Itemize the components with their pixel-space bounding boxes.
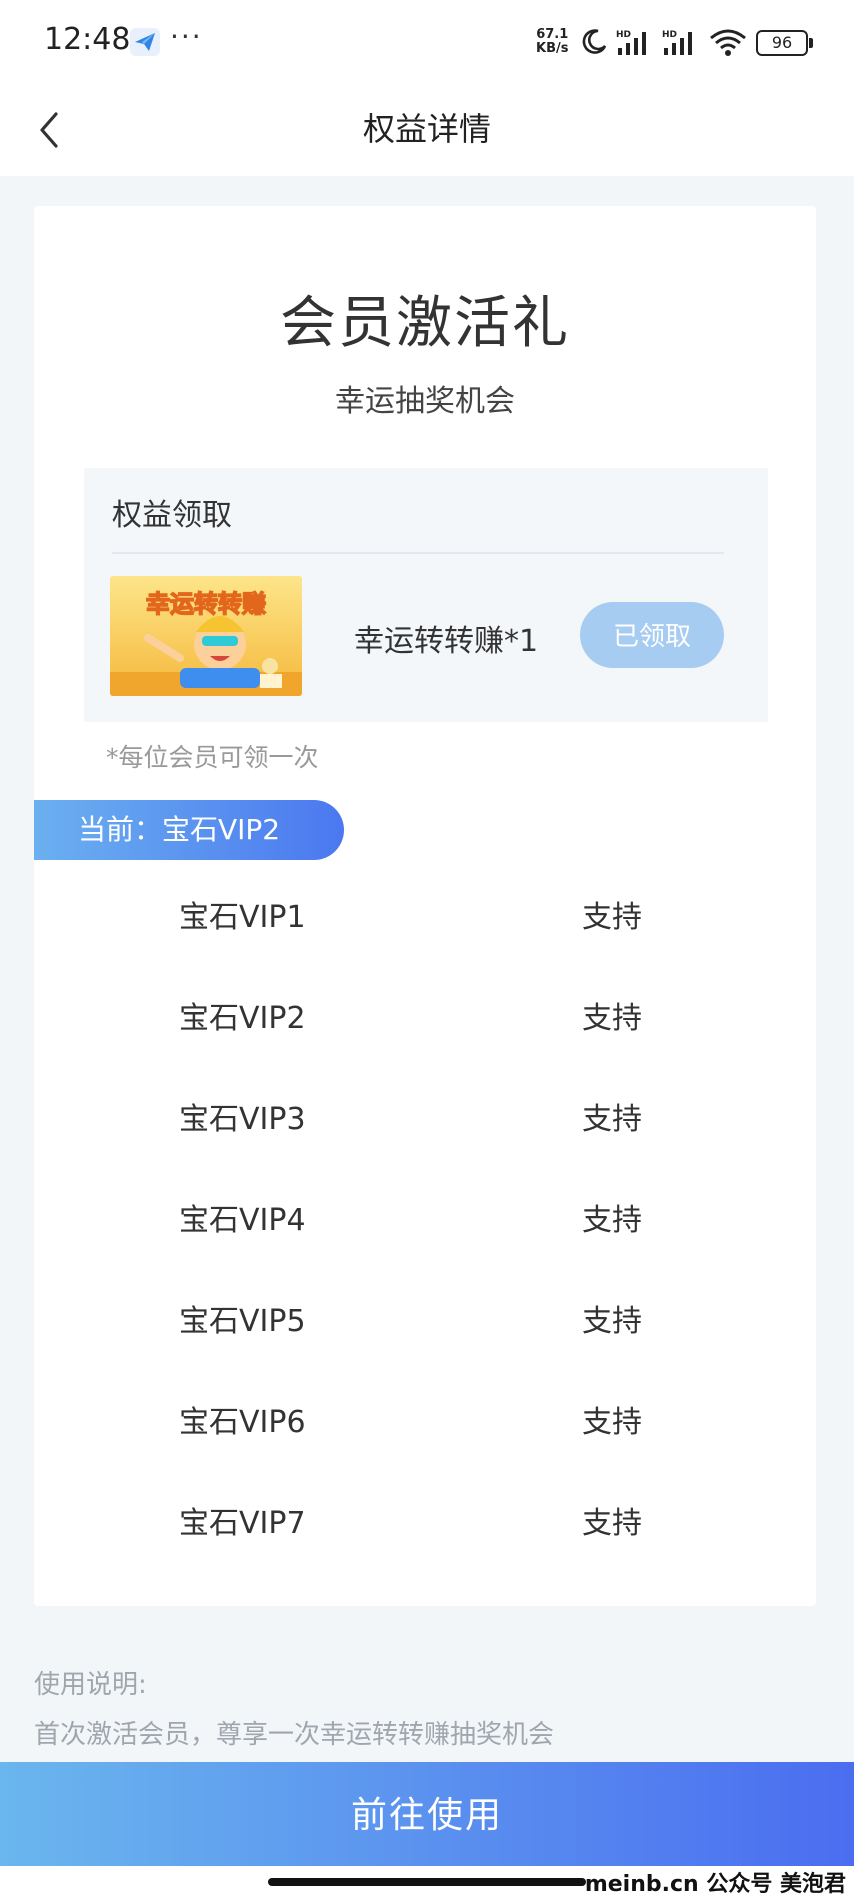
level-support: 支持 [582,1001,642,1036]
battery-icon: 96 [756,30,813,56]
bottom-bar: meinb.cn 公众号 美泡君 [0,1866,854,1898]
level-row: 宝石VIP2 支持 [34,963,816,1064]
svg-text:HD: HD [616,30,631,40]
level-list: 宝石VIP1 支持 宝石VIP2 支持 宝石VIP3 支持 宝石VIP4 支持 … [34,862,816,1569]
nav-header: 权益详情 [0,84,854,176]
claim-heading: 权益领取 [112,498,232,533]
signal-icon: HD [616,30,646,55]
claim-section: 权益领取 幸运转转赚 幸运转转赚*1 已领取 [84,468,768,722]
page-title: 权益详情 [362,110,491,148]
status-time: 12:48 [44,22,131,57]
level-support: 支持 [582,1203,642,1238]
level-support: 支持 [582,1506,642,1541]
paper-plane-icon [130,28,160,56]
benefit-card: 会员激活礼 幸运抽奖机会 权益领取 幸运转转赚 幸运转转赚*1 已领取 *每位会… [34,206,816,1606]
level-name: 宝石VIP2 [179,1001,306,1036]
level-name: 宝石VIP6 [179,1405,306,1440]
usage-title: 使用说明: [34,1670,147,1700]
lucky-spin-thumbnail: 幸运转转赚 [110,576,302,696]
go-use-button[interactable]: 前往使用 [0,1762,854,1866]
level-support: 支持 [582,1304,642,1339]
current-level-badge: 当前：宝石VIP2 [34,800,344,860]
wifi-icon [710,29,746,56]
more-notifications-icon: ··· [170,20,203,53]
moon-icon [582,29,607,54]
claim-item-name: 幸运转转赚*1 [354,624,539,659]
level-name: 宝石VIP4 [179,1203,306,1238]
level-name: 宝石VIP3 [179,1102,306,1137]
level-support: 支持 [582,1102,642,1137]
level-row: 宝石VIP6 支持 [34,1367,816,1468]
home-indicator[interactable] [268,1878,586,1886]
claim-note: *每位会员可领一次 [106,743,319,772]
level-name: 宝石VIP7 [179,1506,306,1541]
level-support: 支持 [582,1405,642,1440]
level-row: 宝石VIP4 支持 [34,1165,816,1266]
level-row: 宝石VIP5 支持 [34,1266,816,1367]
benefit-subtitle: 幸运抽奖机会 [335,384,515,419]
signal-icon: HD [662,30,692,55]
level-name: 宝石VIP1 [179,900,306,935]
level-name: 宝石VIP5 [179,1304,306,1339]
divider [112,552,724,554]
svg-text:HD: HD [662,30,677,40]
benefit-title: 会员激活礼 [280,291,570,356]
thumb-caption: 幸运转转赚 [146,590,266,618]
watermark-text: meinb.cn 公众号 美泡君 [584,1872,846,1897]
level-row: 宝石VIP1 支持 [34,862,816,963]
claimed-button[interactable]: 已领取 [580,602,724,668]
usage-text: 首次激活会员，尊享一次幸运转转赚抽奖机会 [34,1720,555,1750]
status-bar: 12:48 ··· 67.1 KB/s HD HD 96 [0,0,854,84]
level-row: 宝石VIP7 支持 [34,1468,816,1569]
level-row: 宝石VIP3 支持 [34,1064,816,1165]
network-speed: 67.1 KB/s [536,27,569,56]
level-support: 支持 [582,900,642,935]
